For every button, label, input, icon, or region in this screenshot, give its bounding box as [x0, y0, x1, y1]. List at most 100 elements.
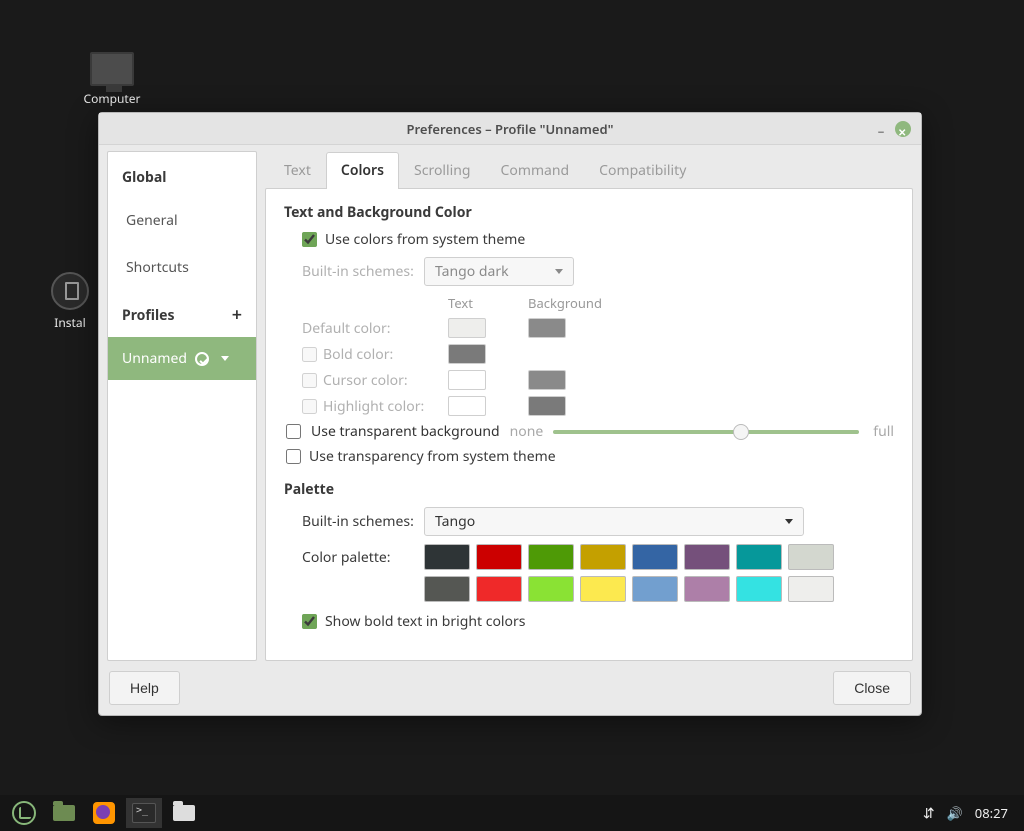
section-text-bg-title: Text and Background Color — [284, 203, 894, 222]
show-bold-bright-checkbox[interactable] — [302, 614, 317, 629]
builtin-scheme-select[interactable]: Tango dark — [424, 257, 574, 286]
menu-button[interactable] — [6, 798, 42, 828]
sidebar-heading-global: Global — [108, 156, 256, 197]
bold-color-button[interactable] — [448, 344, 486, 364]
highlight-color-checkbox[interactable] — [302, 399, 317, 414]
chevron-down-icon — [785, 519, 793, 524]
files-icon — [173, 805, 195, 821]
window-title: Preferences – Profile "Unnamed" — [407, 120, 614, 138]
use-system-colors-checkbox[interactable] — [302, 232, 317, 247]
cursor-text-color-button[interactable] — [448, 370, 486, 390]
palette-color-8[interactable] — [424, 576, 470, 602]
bold-color-row: Bold color: — [302, 345, 432, 364]
sidebar-profiles-label: Profiles — [122, 306, 175, 325]
computer-icon — [90, 52, 134, 86]
palette-color-3[interactable] — [580, 544, 626, 570]
desktop-icon-computer[interactable]: Computer — [72, 52, 152, 107]
slider-thumb[interactable] — [733, 424, 749, 440]
highlight-bg-color-button[interactable] — [528, 396, 566, 416]
column-head-text: Text — [448, 294, 512, 312]
palette-color-5[interactable] — [684, 544, 730, 570]
preferences-main: Text Colors Scrolling Command Compatibil… — [265, 151, 913, 661]
sidebar-item-general[interactable]: General — [108, 197, 256, 244]
preferences-sidebar: Global General Shortcuts Profiles + Unna… — [107, 151, 257, 661]
terminal-icon — [132, 803, 156, 823]
palette-scheme-select[interactable]: Tango — [424, 507, 804, 536]
close-button[interactable]: Close — [833, 671, 911, 705]
tab-compatibility[interactable]: Compatibility — [584, 152, 701, 189]
cursor-color-checkbox[interactable] — [302, 373, 317, 388]
transparent-bg-label: Use transparent background — [311, 422, 500, 441]
network-icon[interactable] — [923, 804, 935, 823]
transparency-system-label: Use transparency from system theme — [309, 447, 556, 466]
palette-color-1[interactable] — [476, 544, 522, 570]
transparency-system-checkbox[interactable] — [286, 449, 301, 464]
color-palette-label: Color palette: — [302, 544, 416, 567]
cursor-bg-color-button[interactable] — [528, 370, 566, 390]
desktop-icon-glyph — [53, 805, 75, 821]
firefox-icon — [93, 802, 115, 824]
profile-name-label: Unnamed — [122, 349, 187, 368]
highlight-color-row: Highlight color: — [302, 397, 432, 416]
tab-command[interactable]: Command — [486, 152, 585, 189]
taskbar: 08:27 — [0, 795, 1024, 831]
palette-scheme-label: Built-in schemes: — [302, 512, 416, 531]
default-bg-color-button[interactable] — [528, 318, 566, 338]
palette-color-0[interactable] — [424, 544, 470, 570]
chevron-down-icon — [555, 269, 563, 274]
palette-color-14[interactable] — [736, 576, 782, 602]
use-system-colors-label: Use colors from system theme — [325, 230, 525, 249]
slider-full-label: full — [873, 422, 894, 441]
color-palette-grid — [424, 544, 834, 602]
help-button[interactable]: Help — [109, 671, 180, 705]
taskbar-terminal[interactable] — [126, 798, 162, 828]
show-desktop-button[interactable] — [46, 798, 82, 828]
bold-color-checkbox[interactable] — [302, 347, 317, 362]
transparent-bg-checkbox[interactable] — [286, 424, 301, 439]
default-text-color-button[interactable] — [448, 318, 486, 338]
palette-color-13[interactable] — [684, 576, 730, 602]
window-footer: Help Close — [99, 661, 921, 715]
column-head-background: Background — [528, 294, 592, 312]
color-grid: Text Background Default color: Bold colo… — [302, 294, 894, 416]
tab-bar: Text Colors Scrolling Command Compatibil… — [265, 151, 913, 188]
taskbar-clock[interactable]: 08:27 — [975, 804, 1008, 822]
builtin-schemes-label: Built-in schemes: — [302, 262, 416, 281]
window-close-button[interactable] — [895, 121, 911, 137]
profile-menu-caret-icon[interactable] — [221, 356, 229, 361]
tab-colors[interactable]: Colors — [326, 152, 399, 189]
tab-scrolling[interactable]: Scrolling — [399, 152, 485, 189]
section-palette-title: Palette — [284, 480, 894, 499]
palette-color-9[interactable] — [476, 576, 522, 602]
palette-color-11[interactable] — [580, 576, 626, 602]
transparency-slider[interactable] — [553, 430, 859, 434]
tab-text[interactable]: Text — [269, 152, 326, 189]
preferences-window: Preferences – Profile "Unnamed" – Global… — [98, 112, 922, 716]
palette-color-15[interactable] — [788, 576, 834, 602]
highlight-text-color-button[interactable] — [448, 396, 486, 416]
add-profile-button[interactable]: + — [232, 303, 242, 327]
volume-icon[interactable] — [947, 804, 963, 822]
sidebar-profile-unnamed[interactable]: Unnamed — [108, 337, 256, 380]
desktop-icon-install[interactable]: Instal — [40, 272, 100, 331]
palette-color-4[interactable] — [632, 544, 678, 570]
mint-logo-icon — [12, 801, 36, 825]
palette-color-6[interactable] — [736, 544, 782, 570]
palette-scheme-value: Tango — [435, 512, 475, 531]
window-minimize-button[interactable]: – — [873, 115, 889, 131]
palette-color-10[interactable] — [528, 576, 574, 602]
palette-color-12[interactable] — [632, 576, 678, 602]
cursor-color-row: Cursor color: — [302, 371, 432, 390]
colors-tab-content: Text and Background Color Use colors fro… — [265, 188, 913, 661]
sidebar-heading-profiles: Profiles + — [108, 291, 256, 337]
taskbar-files[interactable] — [166, 798, 202, 828]
palette-color-7[interactable] — [788, 544, 834, 570]
taskbar-firefox[interactable] — [86, 798, 122, 828]
window-titlebar[interactable]: Preferences – Profile "Unnamed" – — [99, 113, 921, 145]
sidebar-item-shortcuts[interactable]: Shortcuts — [108, 244, 256, 291]
desktop-icon-label: Computer — [72, 90, 152, 107]
palette-color-2[interactable] — [528, 544, 574, 570]
show-bold-bright-label: Show bold text in bright colors — [325, 612, 526, 631]
default-profile-icon — [195, 352, 209, 366]
desktop-icon-label: Instal — [40, 314, 100, 331]
